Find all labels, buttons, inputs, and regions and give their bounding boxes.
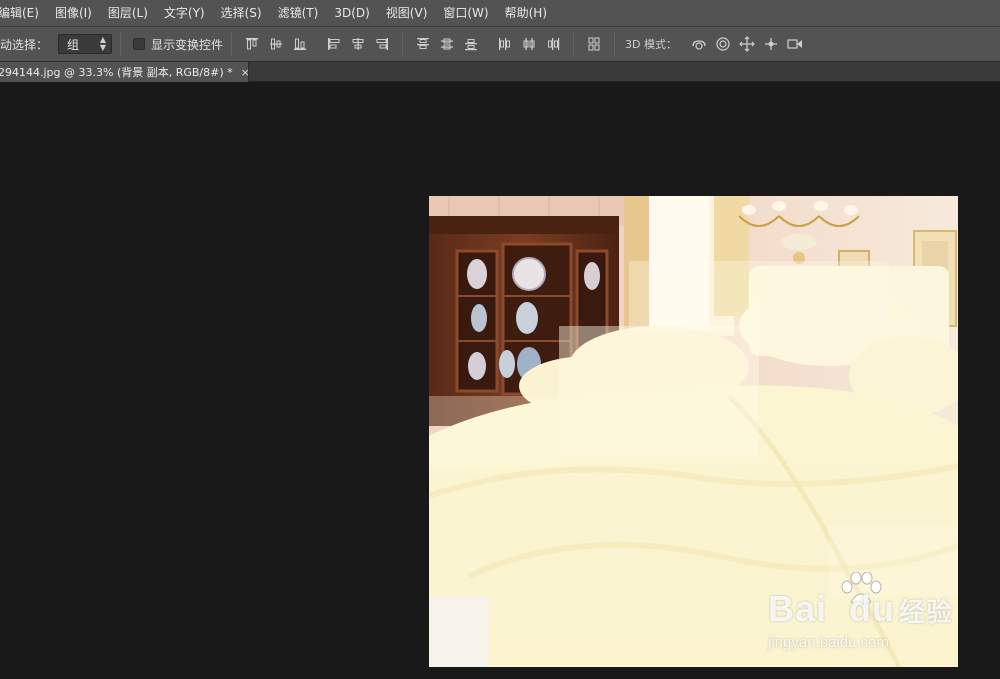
menu-3d[interactable]: 3D(D) [326,0,377,26]
menu-select[interactable]: 选择(S) [213,0,270,26]
menu-view[interactable]: 视图(V) [378,0,436,26]
auto-align-layers-icon[interactable] [582,32,606,56]
separator [120,32,122,56]
3d-slide-icon[interactable] [759,32,783,56]
distribute-right-icon[interactable] [541,32,565,56]
align-hcenter-icon[interactable] [346,32,370,56]
document-tab[interactable]: 294144.jpg @ 33.3% (背景 副本, RGB/8#) * × [0,62,250,82]
watermark-brand-part1: Bai [768,588,828,629]
baidu-watermark: Bai du 经验 jingyan.baidu.com [768,572,968,662]
close-icon[interactable]: × [241,66,250,79]
distribute-vertical-group [411,32,483,56]
distribute-hcenter-icon[interactable] [517,32,541,56]
separator [573,32,575,56]
spinner-arrows-icon: ▲ ▼ [99,35,107,52]
menu-edit[interactable]: 编辑(E) [0,0,47,26]
distribute-horizontal-group [493,32,565,56]
show-transform-label: 显示变换控件 [151,37,224,52]
3d-roll-icon[interactable] [711,32,735,56]
document-tab-title: 294144.jpg @ 33.3% (背景 副本, RGB/8#) * [0,66,233,79]
align-top-icon[interactable] [240,32,264,56]
menu-window[interactable]: 窗口(W) [435,0,496,26]
watermark-cn: 经验 [899,597,954,627]
distribute-top-icon[interactable] [411,32,435,56]
document-tab-bar: 294144.jpg @ 33.3% (背景 副本, RGB/8#) * × [0,62,1000,82]
menu-bar: 编辑(E) 图像(I) 图层(L) 文字(Y) 选择(S) 滤镜(T) 3D(D… [0,0,1000,26]
3d-drag-icon[interactable] [735,32,759,56]
separator [231,32,233,56]
auto-select-dropdown[interactable]: 组 ▲ ▼ [58,34,113,54]
align-bottom-icon[interactable] [288,32,312,56]
menu-filter[interactable]: 滤镜(T) [270,0,327,26]
auto-select-value: 组 [67,37,80,52]
separator [614,32,616,56]
show-transform-controls[interactable]: 显示变换控件 [133,36,223,53]
align-vcenter-icon[interactable] [264,32,288,56]
3d-mode-group [687,32,807,56]
menu-help[interactable]: 帮助(H) [497,0,555,26]
separator [402,32,404,56]
menu-type[interactable]: 文字(Y) [156,0,213,26]
3d-scale-icon[interactable] [783,32,807,56]
auto-select-label: 动选择： [0,37,49,52]
align-horizontal-group [322,32,394,56]
3d-mode-label: 3D 模式： [625,38,677,51]
watermark-brand-part2: du [849,588,896,629]
watermark-brand: Bai du 经验 [768,588,953,630]
watermark-url: jingyan.baidu.com [768,634,889,651]
distribute-vcenter-icon[interactable] [435,32,459,56]
align-left-icon[interactable] [322,32,346,56]
3d-rotate-icon[interactable] [687,32,711,56]
distribute-left-icon[interactable] [493,32,517,56]
align-vertical-group [240,32,312,56]
align-right-icon[interactable] [370,32,394,56]
menu-layer[interactable]: 图层(L) [100,0,156,26]
options-bar: 动选择： 组 ▲ ▼ 显示变换控件 3D 模式： [0,26,1000,62]
menu-image[interactable]: 图像(I) [47,0,100,26]
show-transform-checkbox[interactable] [133,38,146,50]
distribute-bottom-icon[interactable] [459,32,483,56]
